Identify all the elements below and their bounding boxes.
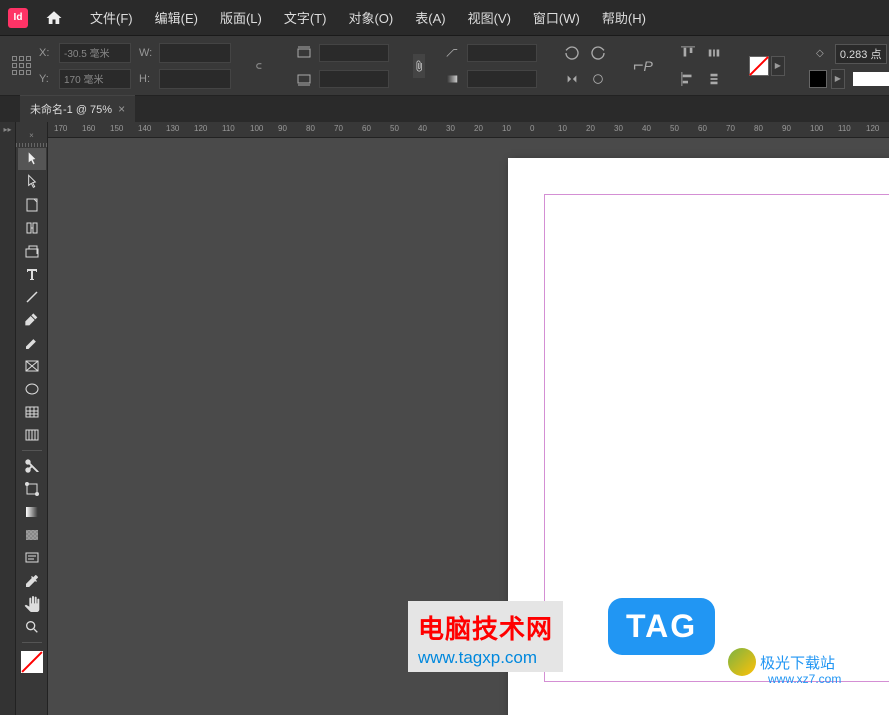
document-tab-bar: 未命名-1 @ 75% × <box>0 96 889 122</box>
opacity-dropdown[interactable] <box>467 70 537 88</box>
grid-tool[interactable] <box>18 424 46 446</box>
gradient-icon[interactable] <box>441 68 463 90</box>
fill-stroke-swatch[interactable] <box>21 651 43 673</box>
y-input[interactable] <box>59 69 131 89</box>
tag-badge-label: TAG <box>608 598 715 655</box>
menu-type[interactable]: 文字(T) <box>274 2 337 33</box>
fill-none-swatch[interactable] <box>749 56 769 76</box>
distribute-h-icon[interactable] <box>703 42 725 64</box>
constrain-icon[interactable] <box>255 55 269 77</box>
horizontal-ruler: 170 160 150 140 130 120 110 100 90 80 70… <box>48 122 889 138</box>
title-bar: Id 文件(F) 编辑(E) 版面(L) 文字(T) 对象(O) 表(A) 视图… <box>0 0 889 36</box>
canvas-area[interactable]: 170 160 150 140 130 120 110 100 90 80 70… <box>48 122 889 715</box>
menu-help[interactable]: 帮助(H) <box>592 2 656 33</box>
toolbox-collapse-icon[interactable]: × <box>16 128 47 142</box>
menu-edit[interactable]: 编辑(E) <box>145 2 208 33</box>
rotate-cw-icon[interactable] <box>587 42 609 64</box>
stroke-stepper-icon[interactable]: ◇ <box>809 43 831 65</box>
menu-object[interactable]: 对象(O) <box>338 2 403 33</box>
text-wrap-icon[interactable]: ⌐P <box>633 55 653 77</box>
shear-dropdown[interactable] <box>467 44 537 62</box>
size-group: W: H: <box>139 43 231 89</box>
page-tool[interactable] <box>18 194 46 216</box>
watermark-site2-text: 极光下载站 <box>760 652 835 673</box>
flip-h-icon[interactable] <box>561 68 583 90</box>
note-tool[interactable] <box>18 547 46 569</box>
gap-tool[interactable] <box>18 217 46 239</box>
shear-icon[interactable] <box>441 42 463 64</box>
watermark-site1: 电脑技术网 www.tagxp.com <box>408 601 563 672</box>
workspace: ▸▸ × 170 160 150 140 <box>0 122 889 715</box>
pencil-tool[interactable] <box>18 332 46 354</box>
h-label: H: <box>139 73 155 85</box>
menu-file[interactable]: 文件(F) <box>80 2 143 33</box>
rotate-ccw-icon[interactable] <box>561 42 583 64</box>
watermark-tag-badge: TAG <box>608 598 715 655</box>
watermark-site2-url: www.xz7.com <box>768 672 841 686</box>
aurora-logo-icon <box>728 648 756 676</box>
w-label: W: <box>139 47 155 59</box>
menu-layout[interactable]: 版面(L) <box>210 2 272 33</box>
chevron-right-icon: ▸▸ <box>0 122 15 136</box>
direct-selection-tool[interactable] <box>18 171 46 193</box>
w-input[interactable] <box>159 43 231 63</box>
free-transform-tool[interactable] <box>18 478 46 500</box>
fill-dropdown-arrow[interactable]: ▶ <box>771 56 785 76</box>
canvas-content[interactable]: 电脑技术网 www.tagxp.com TAG 极光下载站 www.xz7.co… <box>48 138 889 715</box>
align-top-icon[interactable] <box>677 42 699 64</box>
document-tab[interactable]: 未命名-1 @ 75% × <box>20 95 135 122</box>
content-collector-tool[interactable] <box>18 240 46 262</box>
eyedropper-tool[interactable] <box>18 570 46 592</box>
distribute-v-icon[interactable] <box>703 68 725 90</box>
menu-window[interactable]: 窗口(W) <box>523 2 590 33</box>
stroke-weight-input[interactable]: 0.283 点 <box>835 44 887 64</box>
selection-tool[interactable] <box>18 148 46 170</box>
fit-frame-icon[interactable] <box>293 42 315 64</box>
side-panel-collapse[interactable]: ▸▸ <box>0 122 16 715</box>
menu-view[interactable]: 视图(V) <box>458 2 521 33</box>
attachment-icon[interactable] <box>413 54 425 78</box>
watermark-site1-title: 电脑技术网 <box>418 609 553 646</box>
app-icon: Id <box>8 8 28 28</box>
x-label: X: <box>39 47 55 59</box>
home-icon[interactable] <box>40 4 68 32</box>
stroke-color-arrow[interactable]: ▶ <box>831 69 845 89</box>
fit-dropdown-2[interactable] <box>319 70 389 88</box>
flip-v-icon[interactable] <box>587 68 609 90</box>
hand-tool[interactable] <box>18 593 46 615</box>
stroke-style-preview[interactable] <box>853 72 889 86</box>
align-left-icon[interactable] <box>677 68 699 90</box>
fit-content-icon[interactable] <box>293 68 315 90</box>
stroke-color-swatch[interactable] <box>809 70 827 88</box>
x-input[interactable] <box>59 43 131 63</box>
toolbox: × <box>16 122 48 715</box>
fit-dropdown-1[interactable] <box>319 44 389 62</box>
gradient-feather-tool[interactable] <box>18 524 46 546</box>
position-group: X: Y: <box>39 43 131 89</box>
y-label: Y: <box>39 73 55 85</box>
zoom-tool[interactable] <box>18 616 46 638</box>
tab-close-icon[interactable]: × <box>118 102 125 116</box>
gradient-swatch-tool[interactable] <box>18 501 46 523</box>
h-input[interactable] <box>159 69 231 89</box>
rectangle-frame-tool[interactable] <box>18 355 46 377</box>
reference-point-icon[interactable] <box>12 50 31 82</box>
menu-table[interactable]: 表(A) <box>405 2 455 33</box>
table-tool[interactable] <box>18 401 46 423</box>
page-margin-guide <box>544 194 889 682</box>
tab-title: 未命名-1 @ 75% <box>30 101 112 117</box>
line-tool[interactable] <box>18 286 46 308</box>
watermark-site1-url: www.tagxp.com <box>418 648 553 668</box>
pen-tool[interactable] <box>18 309 46 331</box>
menu-bar: 文件(F) 编辑(E) 版面(L) 文字(T) 对象(O) 表(A) 视图(V)… <box>80 2 656 33</box>
ellipse-tool[interactable] <box>18 378 46 400</box>
type-tool[interactable] <box>18 263 46 285</box>
scissors-tool[interactable] <box>18 455 46 477</box>
control-bar: X: Y: W: H: <box>0 36 889 96</box>
